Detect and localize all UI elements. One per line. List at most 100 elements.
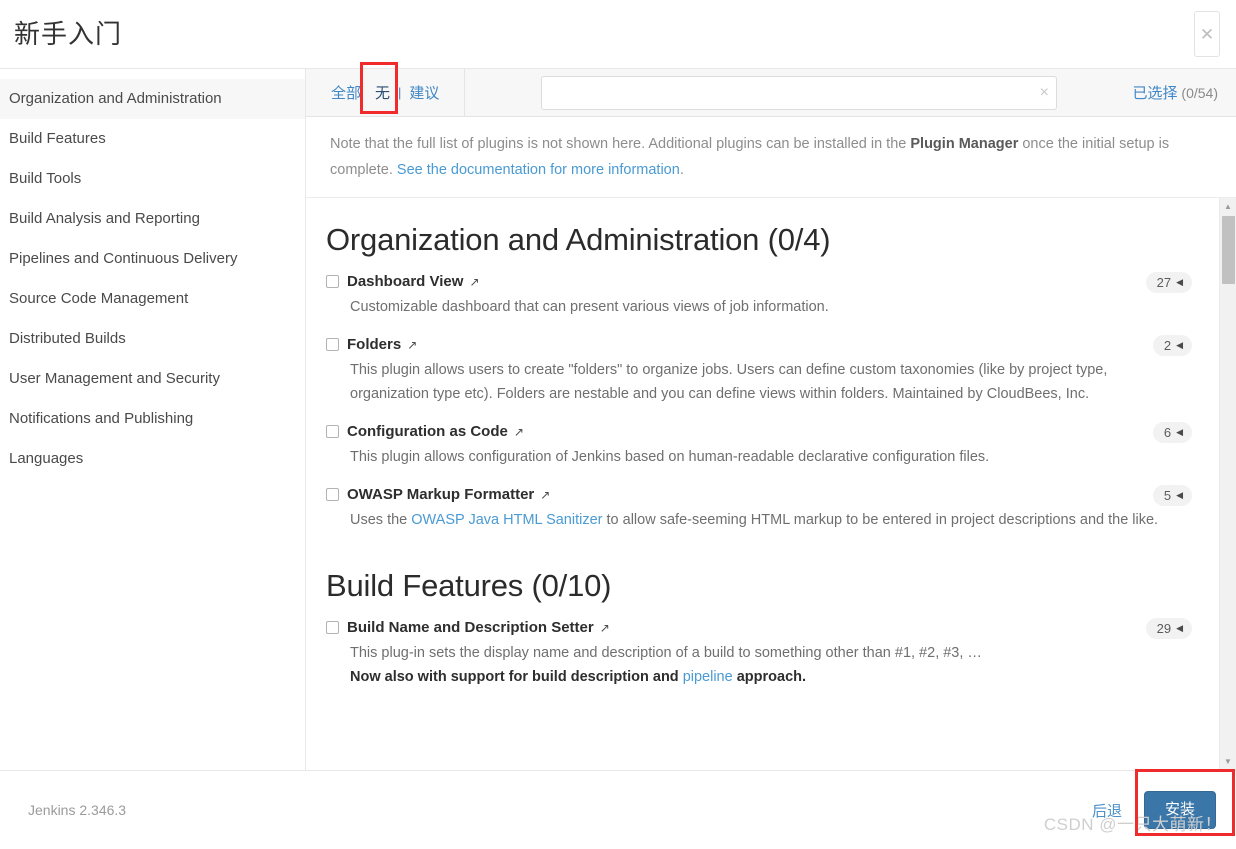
note-part1: Note that the full list of plugins is no… — [330, 136, 911, 152]
external-link-icon[interactable]: ↗ — [514, 426, 524, 438]
sidebar-item-1[interactable]: Build Features — [0, 119, 305, 159]
search-wrapper: × — [465, 75, 1132, 110]
sidebar-item-5[interactable]: Source Code Management — [0, 279, 305, 319]
plugin-description: This plugin allows users to create "fold… — [350, 358, 1192, 406]
close-icon[interactable]: ✕ — [1194, 11, 1220, 57]
plugin-item: Folders ↗ 2 ◀ This plugin allows users to cr… — [318, 331, 1192, 418]
plugin-note: Note that the full list of plugins is no… — [306, 117, 1236, 198]
modal-footer: Jenkins 2.346.3 后退 安装 CSDN @一只大萌新！ — [0, 771, 1236, 849]
plugin-item: OWASP Markup Formatter ↗ 5 ◀ Uses the OWASP … — [318, 481, 1192, 544]
plugin-toolbar: 全部无 | 建议 × 已选择 (0/54) — [306, 69, 1236, 117]
sidebar-item-label: Distributed Builds — [9, 330, 126, 347]
plugin-dependency-badge[interactable]: 27 ◀ — [1145, 272, 1192, 293]
badge-count: 5 — [1163, 488, 1172, 503]
search-input[interactable] — [540, 75, 1057, 110]
sidebar-item-7[interactable]: User Management and Security — [0, 359, 305, 399]
plugin-description: This plug-in sets the display name and d… — [350, 641, 1192, 689]
description-bold: approach. — [732, 669, 807, 685]
plugin-name[interactable]: OWASP Markup Formatter — [347, 486, 534, 503]
search-box: × — [540, 75, 1057, 110]
modal-header: 新手入门 ✕ — [0, 0, 1236, 69]
tab-2[interactable]: 建议 — [402, 80, 446, 105]
plugin-header: Configuration as Code ↗ — [326, 423, 1192, 440]
badge-count: 27 — [1156, 275, 1172, 290]
scroll-down-icon[interactable]: ▼ — [1220, 753, 1236, 770]
sidebar-item-8[interactable]: Notifications and Publishing — [0, 399, 305, 439]
modal-body: Organization and Administration Build Fea… — [0, 69, 1236, 771]
sidebar-item-6[interactable]: Distributed Builds — [0, 319, 305, 359]
plugin-checkbox[interactable] — [326, 488, 339, 501]
plugin-dependency-badge[interactable]: 5 ◀ — [1152, 485, 1192, 506]
plugin-header: OWASP Markup Formatter ↗ — [326, 486, 1192, 503]
sidebar-item-label: User Management and Security — [9, 370, 220, 387]
scroll-up-icon[interactable]: ▲ — [1220, 198, 1236, 215]
category-title: Build Features (0/10) — [326, 568, 612, 603]
tab-0[interactable]: 全部 — [324, 80, 368, 105]
back-button[interactable]: 后退 — [1092, 800, 1122, 821]
sidebar-item-label: Build Tools — [9, 170, 82, 187]
note-part3: . — [679, 162, 684, 178]
sidebar-item-4[interactable]: Pipelines and Continuous Delivery — [0, 239, 305, 279]
sidebar-item-2[interactable]: Build Tools — [0, 159, 305, 199]
caret-left-icon: ◀ — [1176, 340, 1183, 350]
category-sidebar: Organization and Administration Build Fea… — [0, 69, 306, 770]
documentation-link[interactable]: See the documentation for more informati… — [397, 162, 680, 178]
description-text: Uses the — [350, 512, 412, 528]
install-button[interactable]: 安装 — [1143, 790, 1216, 830]
external-link-icon[interactable]: ↗ — [540, 489, 550, 501]
tab-1[interactable]: 无 — [368, 80, 397, 105]
description-link[interactable]: OWASP Java HTML Sanitizer — [411, 512, 602, 528]
badge-count: 2 — [1163, 338, 1172, 353]
plugin-description: Customizable dashboard that can present … — [350, 295, 1192, 319]
plugin-name[interactable]: Build Name and Description Setter — [347, 619, 594, 636]
sidebar-item-label: Build Analysis and Reporting — [9, 210, 200, 227]
external-link-icon[interactable]: ↗ — [407, 339, 417, 351]
sidebar-item-label: Organization and Administration — [9, 90, 222, 107]
plugin-checkbox[interactable] — [326, 338, 339, 351]
getting-started-modal: 新手入门 ✕ Organization and Administration Bu… — [0, 0, 1236, 849]
plugin-list: Organization and Administration (0/4) Das… — [318, 222, 1192, 701]
badge-count: 6 — [1163, 425, 1172, 440]
sidebar-item-label: Build Features — [9, 130, 106, 147]
external-link-icon[interactable]: ↗ — [469, 276, 479, 288]
selected-count-label[interactable]: 已选择 — [1133, 85, 1178, 102]
description-text: This plugin allows users to create "fold… — [350, 362, 1108, 402]
plugin-checkbox[interactable] — [326, 621, 339, 634]
selected-count: 已选择 (0/54) — [1133, 82, 1222, 103]
description-text: to allow safe-seeming HTML markup to be … — [602, 512, 1159, 528]
plugin-name[interactable]: Folders — [347, 336, 401, 353]
sidebar-item-label: Source Code Management — [9, 290, 189, 307]
sidebar-item-9[interactable]: Languages — [0, 439, 305, 479]
plugin-dependency-badge[interactable]: 6 ◀ — [1152, 422, 1192, 443]
search-clear-icon[interactable]: × — [1040, 84, 1049, 101]
caret-left-icon: ◀ — [1176, 623, 1183, 633]
plugin-dependency-badge[interactable]: 29 ◀ — [1145, 618, 1192, 639]
plugin-checkbox[interactable] — [326, 425, 339, 438]
sidebar-item-label: Pipelines and Continuous Delivery — [9, 250, 238, 267]
description-link[interactable]: pipeline — [683, 669, 733, 685]
sidebar-item-0[interactable]: Organization and Administration — [0, 79, 305, 119]
vertical-scrollbar[interactable]: ▲ ▼ — [1219, 198, 1236, 770]
plugin-description: This plugin allows configuration of Jenk… — [350, 445, 1192, 469]
note-bold: Plugin Manager — [910, 136, 1019, 152]
selected-count-value: (0/54) — [1181, 85, 1218, 101]
sidebar-item-3[interactable]: Build Analysis and Reporting — [0, 199, 305, 239]
filter-tabs: 全部无 | 建议 — [306, 80, 446, 105]
plugin-description: Uses the OWASP Java HTML Sanitizer to al… — [350, 508, 1192, 532]
external-link-icon[interactable]: ↗ — [600, 622, 610, 634]
badge-count: 29 — [1156, 621, 1172, 636]
plugin-name[interactable]: Configuration as Code — [347, 423, 508, 440]
plugin-list-scroll[interactable]: Organization and Administration (0/4) Das… — [306, 198, 1236, 770]
sidebar-item-label: Languages — [9, 450, 84, 467]
caret-left-icon: ◀ — [1176, 277, 1183, 287]
caret-left-icon: ◀ — [1176, 427, 1183, 437]
description-bold: Now also with support for build descript… — [350, 669, 683, 685]
description-text: Customizable dashboard that can present … — [350, 299, 829, 315]
plugin-name[interactable]: Dashboard View — [347, 273, 463, 290]
plugin-dependency-badge[interactable]: 2 ◀ — [1152, 335, 1192, 356]
caret-left-icon: ◀ — [1176, 490, 1183, 500]
plugin-checkbox[interactable] — [326, 275, 339, 288]
scrollbar-thumb[interactable] — [1222, 216, 1235, 284]
plugin-header: Folders ↗ — [326, 336, 1192, 353]
plugin-item: Build Name and Description Setter ↗ 29 ◀ Thi… — [318, 614, 1192, 701]
